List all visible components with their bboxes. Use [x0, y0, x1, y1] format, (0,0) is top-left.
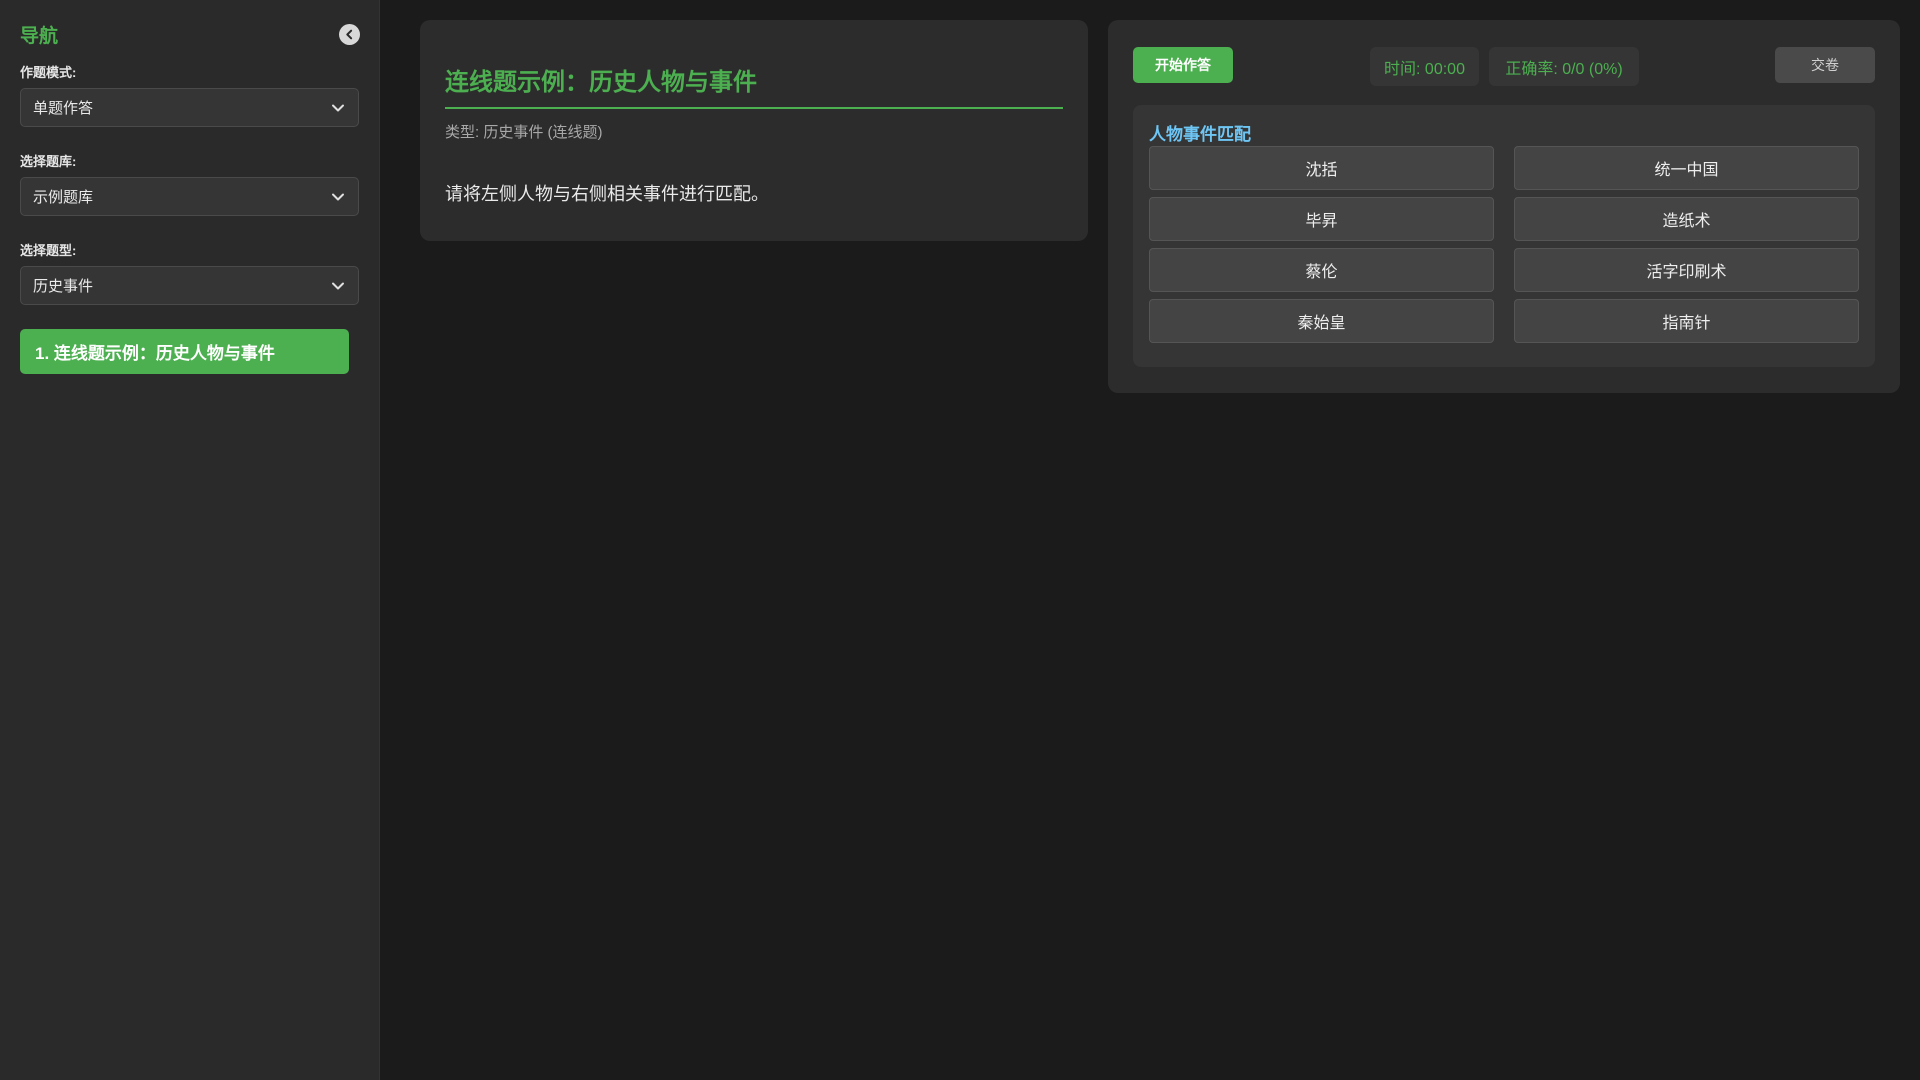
- chevron-left-icon: [346, 29, 353, 39]
- match-right-item[interactable]: 指南针: [1514, 299, 1859, 343]
- bank-select[interactable]: 示例题库: [20, 177, 359, 216]
- chevron-down-icon: [332, 104, 344, 111]
- match-grid: 沈括 统一中国 毕昇 造纸术 蔡伦 活字印刷术 秦始皇 指南针: [1149, 146, 1859, 343]
- match-left-item[interactable]: 蔡伦: [1149, 248, 1494, 292]
- match-right-item[interactable]: 造纸术: [1514, 197, 1859, 241]
- bank-label: 选择题库:: [20, 154, 77, 169]
- question-type: 类型: 历史事件 (连线题): [445, 124, 603, 141]
- collapse-sidebar-button[interactable]: [339, 23, 360, 45]
- mode-select-value: 单题作答: [33, 100, 94, 117]
- question-list-item[interactable]: 1. 连线题示例：历史人物与事件: [20, 329, 349, 374]
- match-right-item[interactable]: 统一中国: [1514, 146, 1859, 190]
- type-select[interactable]: 历史事件: [20, 266, 359, 305]
- mode-label: 作题模式:: [20, 65, 77, 80]
- mode-select[interactable]: 单题作答: [20, 88, 359, 127]
- match-right-item[interactable]: 活字印刷术: [1514, 248, 1859, 292]
- sidebar: 导航 作题模式: 单题作答 选择题库: 示例题库 选择题型: 历史事件 1. 连…: [0, 0, 380, 1080]
- bank-select-value: 示例题库: [33, 189, 94, 206]
- type-label: 选择题型:: [20, 243, 77, 258]
- question-title: 连线题示例：历史人物与事件: [445, 62, 1063, 109]
- question-prompt: 请将左侧人物与右侧相关事件进行匹配。: [445, 184, 769, 204]
- match-area: 人物事件匹配 沈括 统一中国 毕昇 造纸术 蔡伦 活字印刷术 秦始皇 指南针: [1133, 105, 1875, 367]
- submit-button[interactable]: 交卷: [1775, 47, 1875, 83]
- timer-display: 时间: 00:00: [1370, 47, 1479, 86]
- sidebar-title: 导航: [20, 25, 59, 47]
- chevron-down-icon: [332, 282, 344, 289]
- chevron-down-icon: [332, 193, 344, 200]
- match-left-item[interactable]: 沈括: [1149, 146, 1494, 190]
- answer-panel: 开始作答 时间: 00:00 正确率: 0/0 (0%) 交卷 人物事件匹配 沈…: [1108, 20, 1900, 393]
- match-left-item[interactable]: 秦始皇: [1149, 299, 1494, 343]
- question-card: 连线题示例：历史人物与事件 类型: 历史事件 (连线题) 请将左侧人物与右侧相关…: [420, 20, 1088, 241]
- match-left-item[interactable]: 毕昇: [1149, 197, 1494, 241]
- sidebar-header: 导航: [20, 20, 360, 48]
- accuracy-display: 正确率: 0/0 (0%): [1489, 47, 1639, 86]
- type-select-value: 历史事件: [33, 278, 94, 295]
- start-answer-button[interactable]: 开始作答: [1133, 47, 1233, 83]
- answer-toolbar: 开始作答 时间: 00:00 正确率: 0/0 (0%) 交卷: [1133, 47, 1875, 86]
- match-title: 人物事件匹配: [1149, 125, 1251, 144]
